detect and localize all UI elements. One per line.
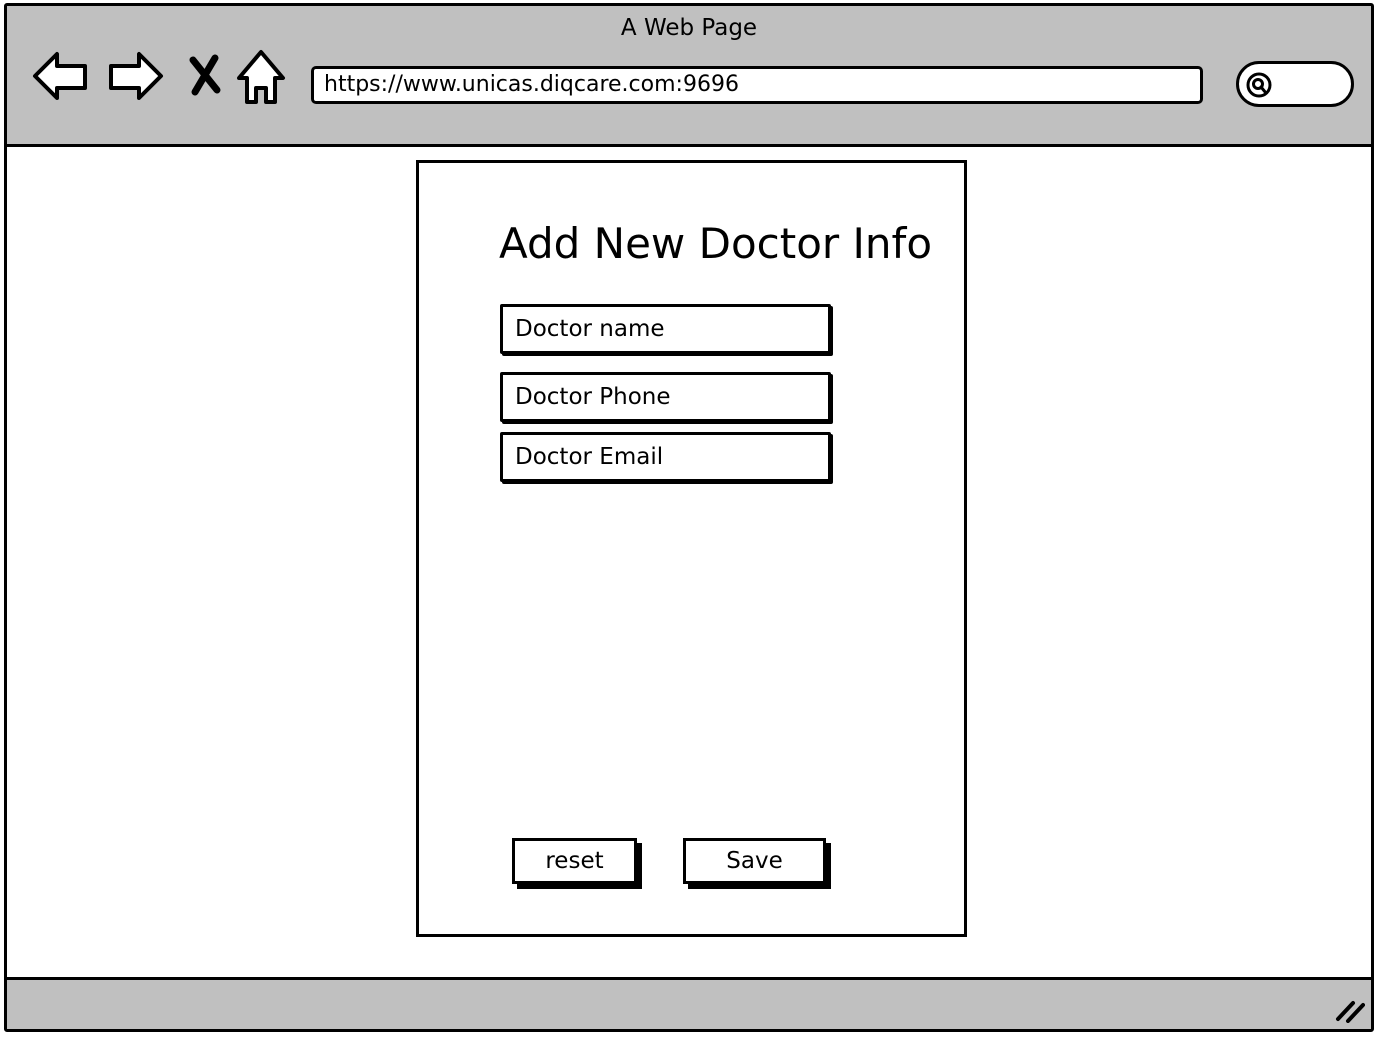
home-icon[interactable] — [235, 46, 287, 106]
back-arrow-icon[interactable] — [31, 46, 91, 106]
doctor-name-field[interactable]: Doctor name — [500, 304, 831, 354]
resize-grip-icon[interactable] — [1335, 997, 1365, 1023]
doctor-phone-field[interactable]: Doctor Phone — [500, 372, 831, 422]
close-icon[interactable] — [185, 46, 225, 106]
doctor-email-field[interactable]: Doctor Email — [500, 432, 831, 482]
forward-arrow-icon[interactable] — [105, 46, 165, 106]
reset-button[interactable]: reset — [512, 838, 637, 884]
search-icon — [1246, 72, 1272, 98]
add-doctor-form: Add New Doctor Info Doctor name Doctor P… — [416, 160, 967, 937]
browser-titlebar: A Web Page https://www.unicas.diqcare.co… — [7, 6, 1371, 147]
save-button[interactable]: Save — [683, 838, 826, 884]
address-bar[interactable]: https://www.unicas.diqcare.com:9696 — [311, 66, 1203, 104]
window-title: A Web Page — [620, 15, 758, 41]
browser-window: A Web Page https://www.unicas.diqcare.co… — [4, 3, 1374, 1032]
browser-search-box[interactable] — [1236, 61, 1354, 107]
browser-statusbar — [7, 977, 1371, 1029]
form-title: Add New Doctor Info — [499, 219, 933, 268]
